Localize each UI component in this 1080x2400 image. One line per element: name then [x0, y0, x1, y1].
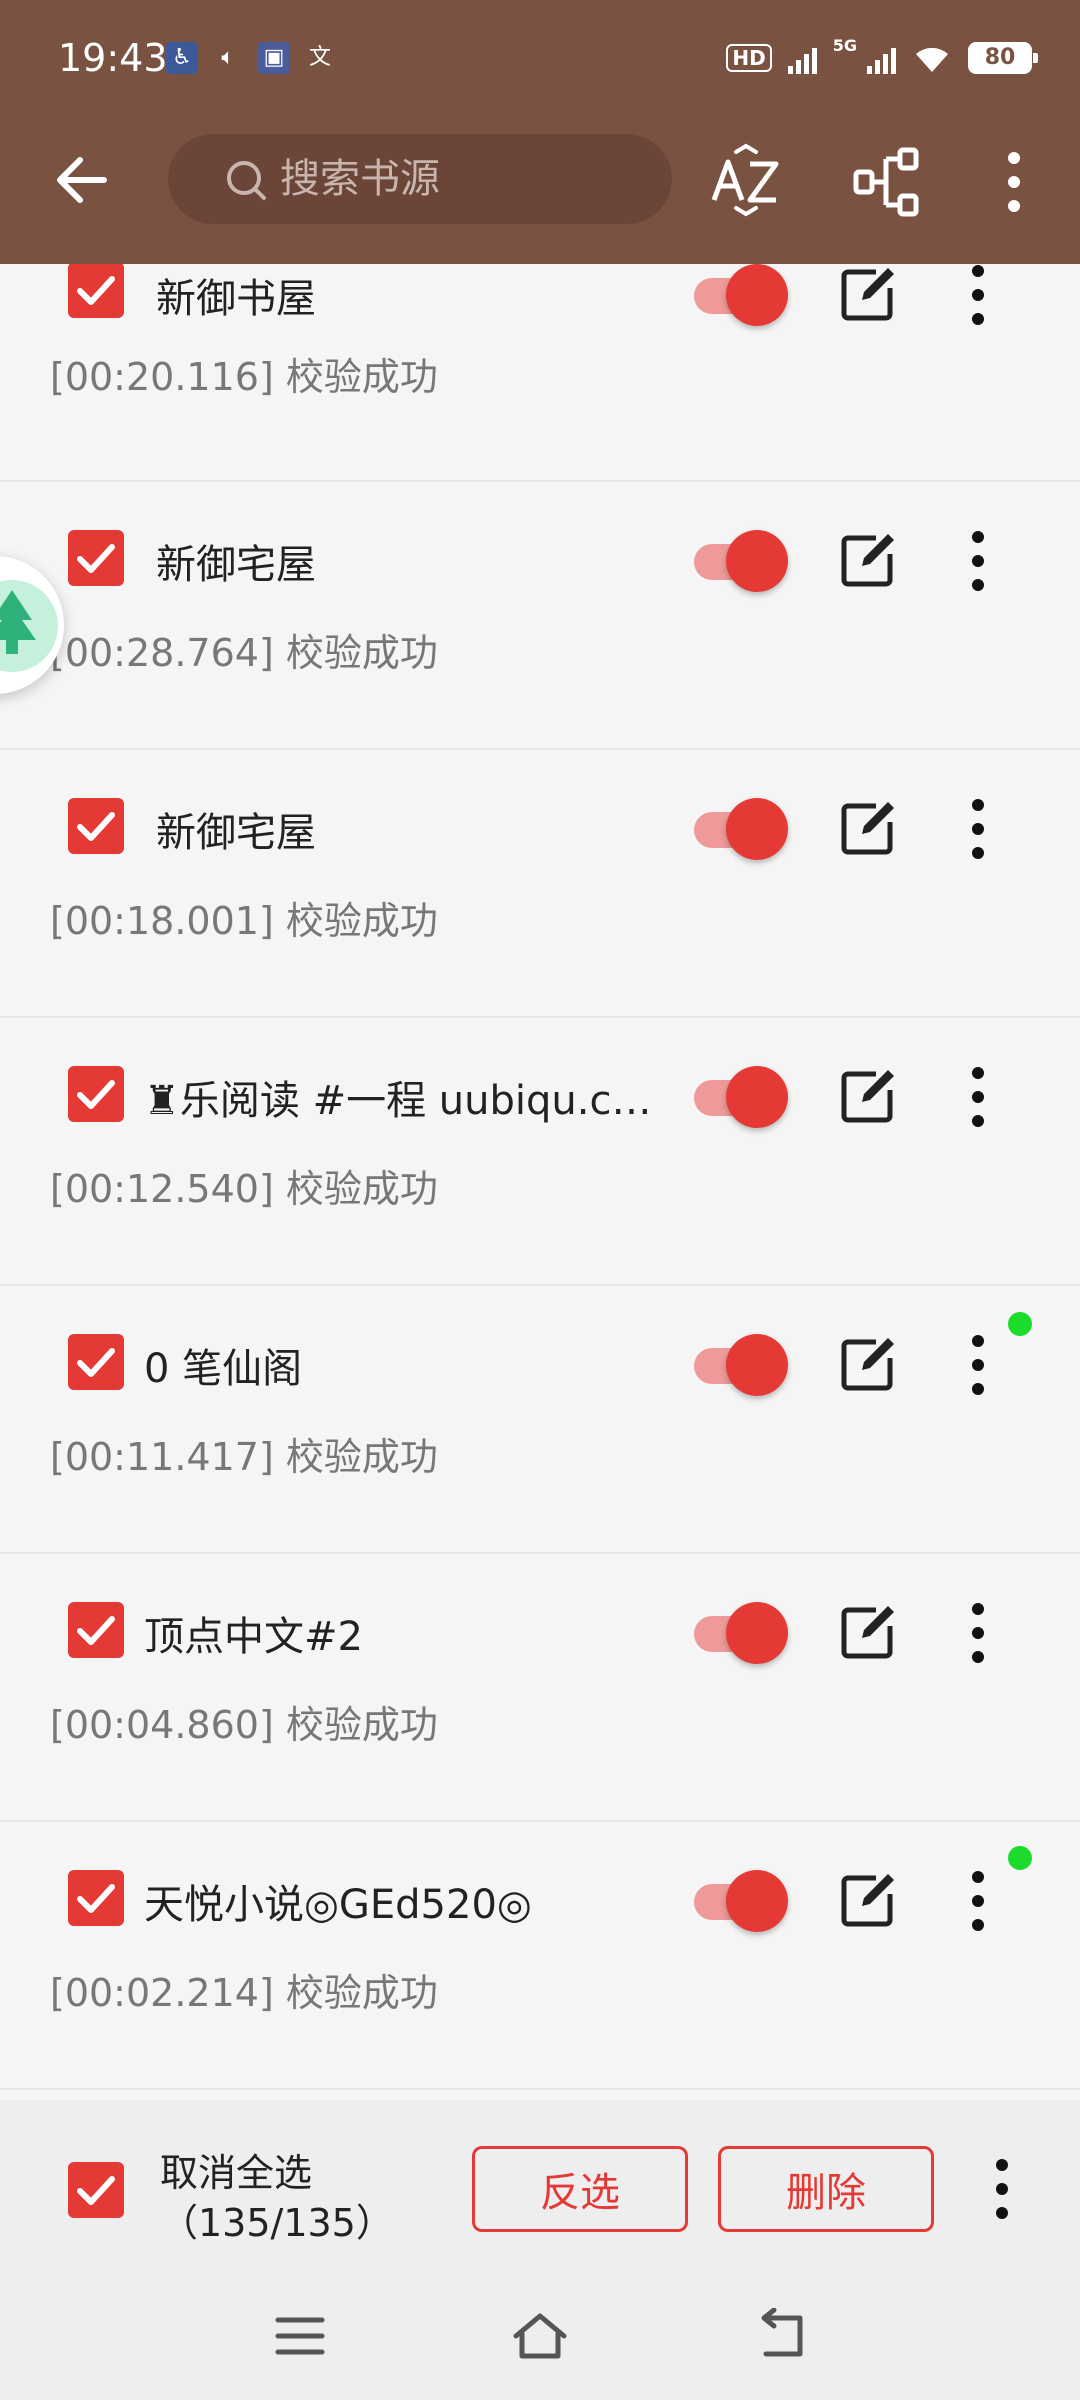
check-icon [77, 276, 115, 305]
row-checkbox[interactable] [68, 530, 124, 586]
system-nav-bar [0, 2270, 1080, 2400]
check-icon [77, 1616, 115, 1645]
row-checkbox[interactable] [68, 1334, 124, 1390]
sort-az-icon[interactable] [708, 142, 784, 218]
row-more-icon[interactable] [956, 264, 1000, 330]
check-icon [77, 544, 115, 573]
enable-switch[interactable] [690, 1066, 790, 1128]
enable-switch[interactable] [690, 530, 790, 592]
search-box[interactable] [168, 134, 672, 224]
app-notification-icon: ▣ [258, 42, 290, 74]
row-more-icon[interactable] [956, 1330, 1000, 1400]
edit-icon[interactable] [838, 530, 898, 590]
search-input[interactable] [280, 150, 640, 208]
row-more-icon[interactable] [956, 1598, 1000, 1668]
selection-count: （135/135） [160, 2201, 394, 2245]
edit-icon[interactable] [838, 264, 898, 324]
source-list[interactable]: 新御书屋 [00:20.116] 校验成功 新御宅屋 [00:28.764] 校… [0, 264, 1080, 2100]
back-nav-icon[interactable] [752, 2308, 812, 2364]
select-all-label[interactable]: 取消全选 [160, 2142, 312, 2197]
row-more-icon[interactable] [956, 526, 1000, 596]
check-icon [77, 2176, 115, 2205]
source-status: [00:02.214] 校验成功 [50, 1971, 438, 2015]
search-icon [227, 161, 266, 200]
enable-switch[interactable] [690, 798, 790, 860]
row-checkbox[interactable] [68, 798, 124, 854]
more-vert-icon[interactable] [990, 146, 1038, 218]
source-name: 0 笔仙阁 [144, 1346, 303, 1392]
source-name: 新御宅屋 [156, 810, 316, 856]
check-icon [77, 1080, 115, 1109]
row-checkbox[interactable] [68, 1066, 124, 1122]
edit-icon[interactable] [838, 1334, 898, 1394]
network-type: 5G [832, 36, 857, 55]
edit-icon[interactable] [838, 798, 898, 858]
list-item[interactable]: 0 笔仙阁 [00:11.417] 校验成功 [0, 1288, 1080, 1554]
signal-icon-2 [867, 42, 896, 74]
enable-switch[interactable] [690, 264, 790, 326]
floating-assistant-button[interactable] [0, 556, 64, 694]
check-icon [77, 1884, 115, 1913]
source-status: [00:11.417] 校验成功 [50, 1435, 438, 1479]
row-checkbox[interactable] [68, 1602, 124, 1658]
row-more-icon[interactable] [956, 1866, 1000, 1936]
translate-icon: 文 [308, 45, 331, 70]
selection-action-bar: 取消全选 （135/135） 反选 删除 [0, 2100, 1080, 2270]
edit-icon[interactable] [838, 1066, 898, 1126]
source-status: [00:04.860] 校验成功 [50, 1703, 438, 1747]
volume-icon: 🔈︎ [221, 45, 235, 70]
status-right-group: HD 5G 80 [726, 36, 1038, 80]
list-item[interactable]: 新御书屋 [00:20.116] 校验成功 [0, 264, 1080, 482]
source-status: [00:18.001] 校验成功 [50, 899, 438, 943]
delete-button[interactable]: 删除 [718, 2146, 934, 2232]
wifi-icon [916, 47, 948, 72]
invert-selection-button[interactable]: 反选 [472, 2146, 688, 2232]
source-status: [00:28.764] 校验成功 [50, 631, 438, 675]
check-icon [77, 1348, 115, 1377]
row-checkbox[interactable] [68, 1870, 124, 1926]
toolbar [0, 120, 1080, 240]
back-arrow-icon[interactable] [48, 150, 120, 210]
edit-icon[interactable] [838, 1602, 898, 1662]
status-time: 19:43 [58, 36, 168, 80]
list-item[interactable]: 新御宅屋 [00:28.764] 校验成功 [0, 484, 1080, 750]
list-item[interactable]: 顶点中文#2 [00:04.860] 校验成功 [0, 1556, 1080, 1822]
source-name: 天悦小说◎GEd520◎ [144, 1882, 532, 1928]
enable-switch[interactable] [690, 1602, 790, 1664]
row-checkbox[interactable] [68, 264, 124, 318]
list-item[interactable]: ♜乐阅读 #一程 uubiqu.c… [00:12.540] 校验成功 [0, 1020, 1080, 1286]
check-icon [77, 812, 115, 841]
app-header: 19:43 ♿ 🔈︎ ▣ 文 HD 5G 80 [0, 0, 1080, 264]
source-status: [00:20.116] 校验成功 [50, 355, 438, 399]
bottom-more-icon[interactable] [980, 2154, 1024, 2224]
enable-switch[interactable] [690, 1870, 790, 1932]
update-dot [1008, 1312, 1032, 1336]
status-bar: 19:43 ♿ 🔈︎ ▣ 文 HD 5G 80 [0, 0, 1080, 110]
row-more-icon[interactable] [956, 794, 1000, 864]
source-name: 新御书屋 [156, 276, 316, 322]
home-icon[interactable] [510, 2308, 570, 2364]
update-dot [1008, 1846, 1032, 1870]
hd-voice-icon: HD [726, 44, 772, 72]
menu-icon[interactable] [270, 2308, 330, 2364]
group-tree-icon[interactable] [852, 146, 924, 218]
row-more-icon[interactable] [956, 1062, 1000, 1132]
select-all-checkbox[interactable] [68, 2162, 124, 2218]
accessibility-icon: ♿ [166, 42, 198, 74]
battery-icon: 80 [968, 42, 1038, 74]
tree-icon [0, 580, 58, 672]
source-status: [00:12.540] 校验成功 [50, 1167, 438, 1211]
enable-switch[interactable] [690, 1334, 790, 1396]
list-item[interactable]: 天悦小说◎GEd520◎ [00:02.214] 校验成功 [0, 1824, 1080, 2090]
signal-icon-1 [787, 42, 817, 74]
source-name: 新御宅屋 [156, 542, 316, 588]
edit-icon[interactable] [838, 1870, 898, 1930]
list-item[interactable]: 新御宅屋 [00:18.001] 校验成功 [0, 752, 1080, 1018]
source-name: 顶点中文#2 [144, 1614, 363, 1660]
source-name: ♜乐阅读 #一程 uubiqu.c… [144, 1078, 652, 1124]
